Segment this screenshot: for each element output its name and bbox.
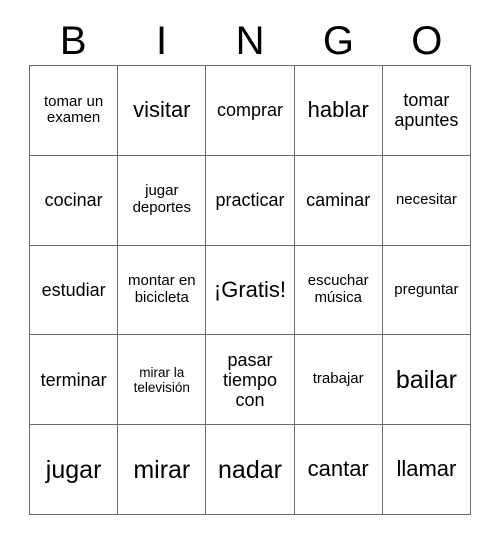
bingo-cell[interactable]: necesitar: [382, 155, 471, 246]
bingo-cell[interactable]: cantar: [294, 425, 383, 515]
bingo-cell-label: nadar: [218, 455, 282, 484]
bingo-cell-label: tomar un examen: [43, 92, 104, 127]
bingo-cell[interactable]: jugar: [30, 425, 119, 515]
bingo-header-letter-i: I: [156, 19, 168, 63]
bingo-cell-label: jugar deportes: [132, 182, 191, 217]
bingo-cell-label: visitar: [133, 97, 191, 123]
bingo-cell-label: caminar: [306, 190, 371, 211]
bingo-cell[interactable]: tomar un examen: [30, 66, 119, 156]
bingo-cell-label: escuchar música: [307, 272, 369, 306]
bingo-cell[interactable]: montar en bicicleta: [118, 245, 207, 336]
bingo-header-letter-g: G: [322, 19, 354, 63]
bingo-grid: tomar un examen visitar comprar hablar tomar…: [29, 65, 471, 515]
bingo-card: B I N G O tomar un examen visitar comprar habla…: [0, 0, 500, 544]
bingo-cell[interactable]: preguntar: [382, 245, 471, 336]
bingo-cell-label: bailar: [395, 365, 457, 394]
bingo-cell[interactable]: jugar deportes: [118, 155, 207, 246]
bingo-cell-label: cantar: [307, 456, 369, 482]
bingo-cell[interactable]: terminar: [30, 335, 119, 426]
bingo-cell[interactable]: bailar: [382, 335, 471, 426]
bingo-cell-label: llamar: [396, 456, 457, 482]
bingo-cell[interactable]: cocinar: [30, 155, 119, 246]
bingo-cell[interactable]: escuchar música: [294, 245, 383, 336]
bingo-cell[interactable]: llamar: [382, 425, 471, 515]
bingo-header: BINGO: [29, 17, 471, 65]
bingo-cell-label: preguntar: [394, 280, 459, 298]
bingo-cell-label: practicar: [215, 190, 285, 211]
bingo-header-letter-b: B: [59, 19, 87, 63]
bingo-cell[interactable]: trabajar: [294, 335, 383, 426]
bingo-cell-label: mirar la televisión: [133, 364, 190, 395]
bingo-cell[interactable]: estudiar: [30, 245, 119, 336]
bingo-cell[interactable]: visitar: [118, 66, 207, 156]
bingo-cell[interactable]: tomar apuntes: [382, 66, 471, 156]
bingo-cell-label: comprar: [216, 100, 283, 121]
bingo-cell[interactable]: hablar: [294, 66, 383, 156]
bingo-cell-label: pasar tiempo con: [222, 349, 277, 410]
bingo-cell-label: montar en bicicleta: [128, 272, 196, 306]
bingo-cell-label: mirar: [133, 455, 191, 484]
bingo-cell-label: necesitar: [395, 190, 457, 208]
bingo-cell[interactable]: comprar: [206, 66, 295, 156]
bingo-cell-label: terminar: [40, 369, 107, 390]
bingo-cell[interactable]: caminar: [294, 155, 383, 246]
bingo-header-letter-n: N: [235, 19, 265, 63]
bingo-cell[interactable]: mirar: [118, 425, 207, 515]
bingo-cell[interactable]: ¡Gratis!: [206, 245, 295, 336]
bingo-cell[interactable]: pasar tiempo con: [206, 335, 295, 426]
bingo-cell-label: tomar apuntes: [394, 90, 459, 131]
bingo-header-letter-o: O: [411, 19, 443, 63]
bingo-cell-label: ¡Gratis!: [213, 276, 287, 302]
bingo-cell-label: trabajar: [312, 370, 364, 388]
bingo-cell[interactable]: mirar la televisión: [118, 335, 207, 426]
bingo-cell[interactable]: nadar: [206, 425, 295, 515]
bingo-cell-label: jugar: [45, 455, 102, 484]
bingo-cell-label: estudiar: [41, 279, 106, 300]
bingo-cell-label: hablar: [307, 97, 369, 123]
bingo-cell-label: cocinar: [44, 190, 103, 211]
bingo-cell[interactable]: practicar: [206, 155, 295, 246]
